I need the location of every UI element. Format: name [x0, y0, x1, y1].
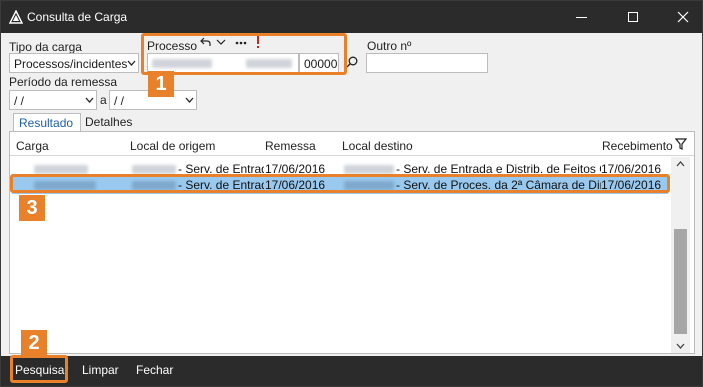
- date-from-field[interactable]: / /: [9, 90, 97, 110]
- app-logo-icon: [8, 9, 24, 24]
- close-button[interactable]: [660, 1, 703, 33]
- redacted-text: [34, 165, 88, 174]
- vertical-scrollbar[interactable]: [671, 157, 690, 353]
- column-header-recebimento[interactable]: Recebimento: [602, 139, 673, 153]
- periodo-label: Período da remessa: [9, 75, 118, 89]
- tab-resultado-label: Resultado: [19, 116, 74, 130]
- redacted-text: [132, 165, 176, 174]
- annotation-badge: 1: [148, 71, 174, 97]
- fechar-button[interactable]: Fechar: [136, 363, 173, 377]
- scrollbar-thumb[interactable]: [674, 229, 687, 334]
- footer-toolbar: Pesquisar Limpar Fechar: [1, 356, 702, 386]
- consulta-de-carga-window: Consulta de Carga Tipo da carga Processo…: [0, 0, 703, 387]
- filter-icon[interactable]: [675, 138, 687, 150]
- maximize-button[interactable]: [611, 1, 657, 33]
- chevron-down-icon: [127, 59, 136, 67]
- grid-header: Carga Local de origem Remessa Local dest…: [10, 132, 694, 156]
- column-header-remessa[interactable]: Remessa: [265, 139, 316, 153]
- date-to-value: / /: [114, 94, 125, 108]
- tipo-carga-label: Tipo da carga: [9, 40, 82, 54]
- maximize-icon: [628, 12, 638, 22]
- outro-label: Outro nº: [367, 39, 412, 53]
- annotation-badge: 3: [19, 195, 45, 221]
- results-grid: Carga Local de origem Remessa Local dest…: [9, 131, 695, 354]
- annotation-box-pesquisar: [10, 355, 68, 383]
- close-icon: [677, 11, 689, 23]
- tipo-carga-value: Processos/incidentes: [14, 57, 128, 71]
- title-bar: Consulta de Carga: [1, 1, 702, 33]
- scroll-up-icon[interactable]: [671, 157, 690, 172]
- date-from-value: / /: [14, 94, 25, 108]
- limpar-button[interactable]: Limpar: [82, 363, 119, 377]
- search-icon[interactable]: [346, 56, 358, 68]
- outro-field[interactable]: [366, 53, 488, 73]
- annotation-badge: 2: [21, 330, 47, 356]
- tipo-carga-select[interactable]: Processos/incidentes: [9, 53, 139, 73]
- scroll-down-icon[interactable]: [671, 338, 690, 353]
- annotation-box-processo: [141, 33, 347, 75]
- window-title: Consulta de Carga: [27, 10, 128, 24]
- minimize-button[interactable]: [559, 1, 605, 33]
- tab-detalhes-label: Detalhes: [85, 115, 133, 129]
- annotation-box-row: [10, 174, 670, 193]
- tab-detalhes[interactable]: Detalhes: [80, 113, 132, 132]
- date-between-label: a: [100, 93, 107, 107]
- redacted-text: [344, 165, 394, 174]
- chevron-down-icon[interactable]: [85, 96, 94, 104]
- column-header-destino[interactable]: Local destino: [342, 139, 413, 153]
- chevron-down-icon[interactable]: [185, 96, 194, 104]
- minimize-icon: [576, 17, 587, 18]
- column-header-origem[interactable]: Local de origem: [130, 139, 215, 153]
- tab-resultado[interactable]: Resultado: [13, 113, 81, 132]
- column-header-carga[interactable]: Carga: [16, 139, 49, 153]
